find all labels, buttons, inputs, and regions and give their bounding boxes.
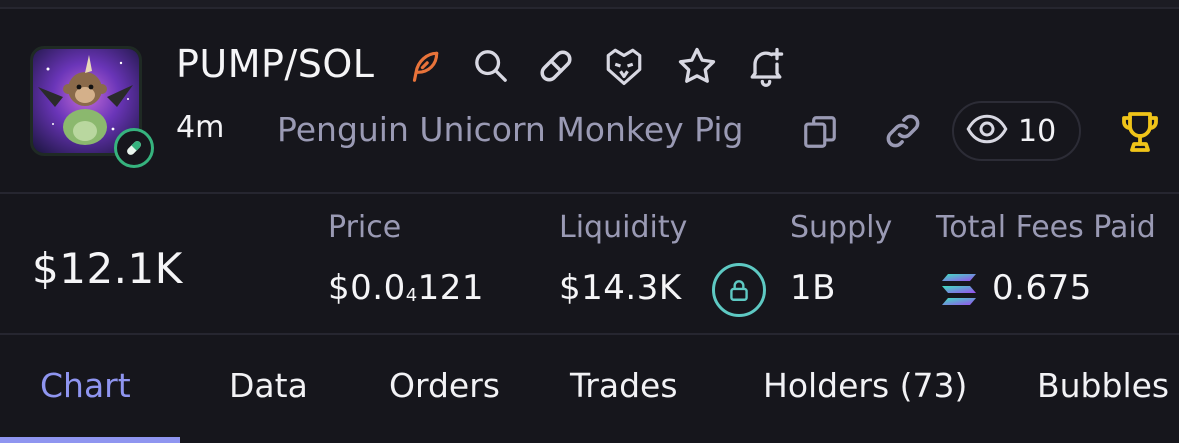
pill-icon[interactable]: [534, 44, 578, 88]
header-divider: [0, 192, 1179, 194]
price-label: Price: [328, 210, 402, 245]
eye-icon: [966, 114, 1008, 148]
eagle-icon[interactable]: [602, 44, 646, 88]
star-icon[interactable]: [675, 44, 719, 88]
trophy-icon[interactable]: [1114, 106, 1166, 158]
tab-orders[interactable]: Orders: [389, 366, 500, 405]
lock-icon[interactable]: [712, 263, 766, 317]
link-icon[interactable]: [880, 108, 926, 154]
active-tab-indicator: [0, 437, 180, 443]
fees-value: 0.675: [992, 268, 1092, 308]
token-age: 4m: [176, 110, 225, 145]
price-value: $0.04121: [328, 268, 485, 308]
token-avatar[interactable]: [30, 46, 154, 168]
tab-bubbles[interactable]: Bubbles: [1037, 366, 1169, 405]
tab-data[interactable]: Data: [229, 366, 308, 405]
views-counter[interactable]: 10: [952, 101, 1081, 161]
search-icon[interactable]: [469, 44, 513, 88]
views-count: 10: [1018, 113, 1057, 149]
bell-plus-icon[interactable]: [744, 44, 788, 88]
supply-label: Supply: [790, 210, 893, 245]
liquidity-value: $14.3K: [559, 268, 682, 308]
liquidity-label: Liquidity: [559, 210, 688, 245]
tab-chart[interactable]: Chart: [40, 366, 131, 405]
supply-value: 1B: [790, 268, 836, 308]
pill-badge-icon: [114, 128, 154, 168]
copy-icon[interactable]: [798, 110, 842, 154]
solana-icon: [940, 272, 978, 308]
top-strip: [0, 0, 1179, 9]
token-name: Penguin Unicorn Monkey Pig: [277, 110, 744, 149]
tab-holders[interactable]: Holders (73): [763, 366, 967, 405]
feather-icon[interactable]: [402, 44, 446, 88]
tab-trades[interactable]: Trades: [570, 366, 678, 405]
pair-title: PUMP/SOL: [176, 42, 375, 86]
stats-divider: [0, 333, 1179, 335]
fees-label: Total Fees Paid: [936, 210, 1156, 245]
market-cap-value: $12.1K: [32, 244, 183, 293]
